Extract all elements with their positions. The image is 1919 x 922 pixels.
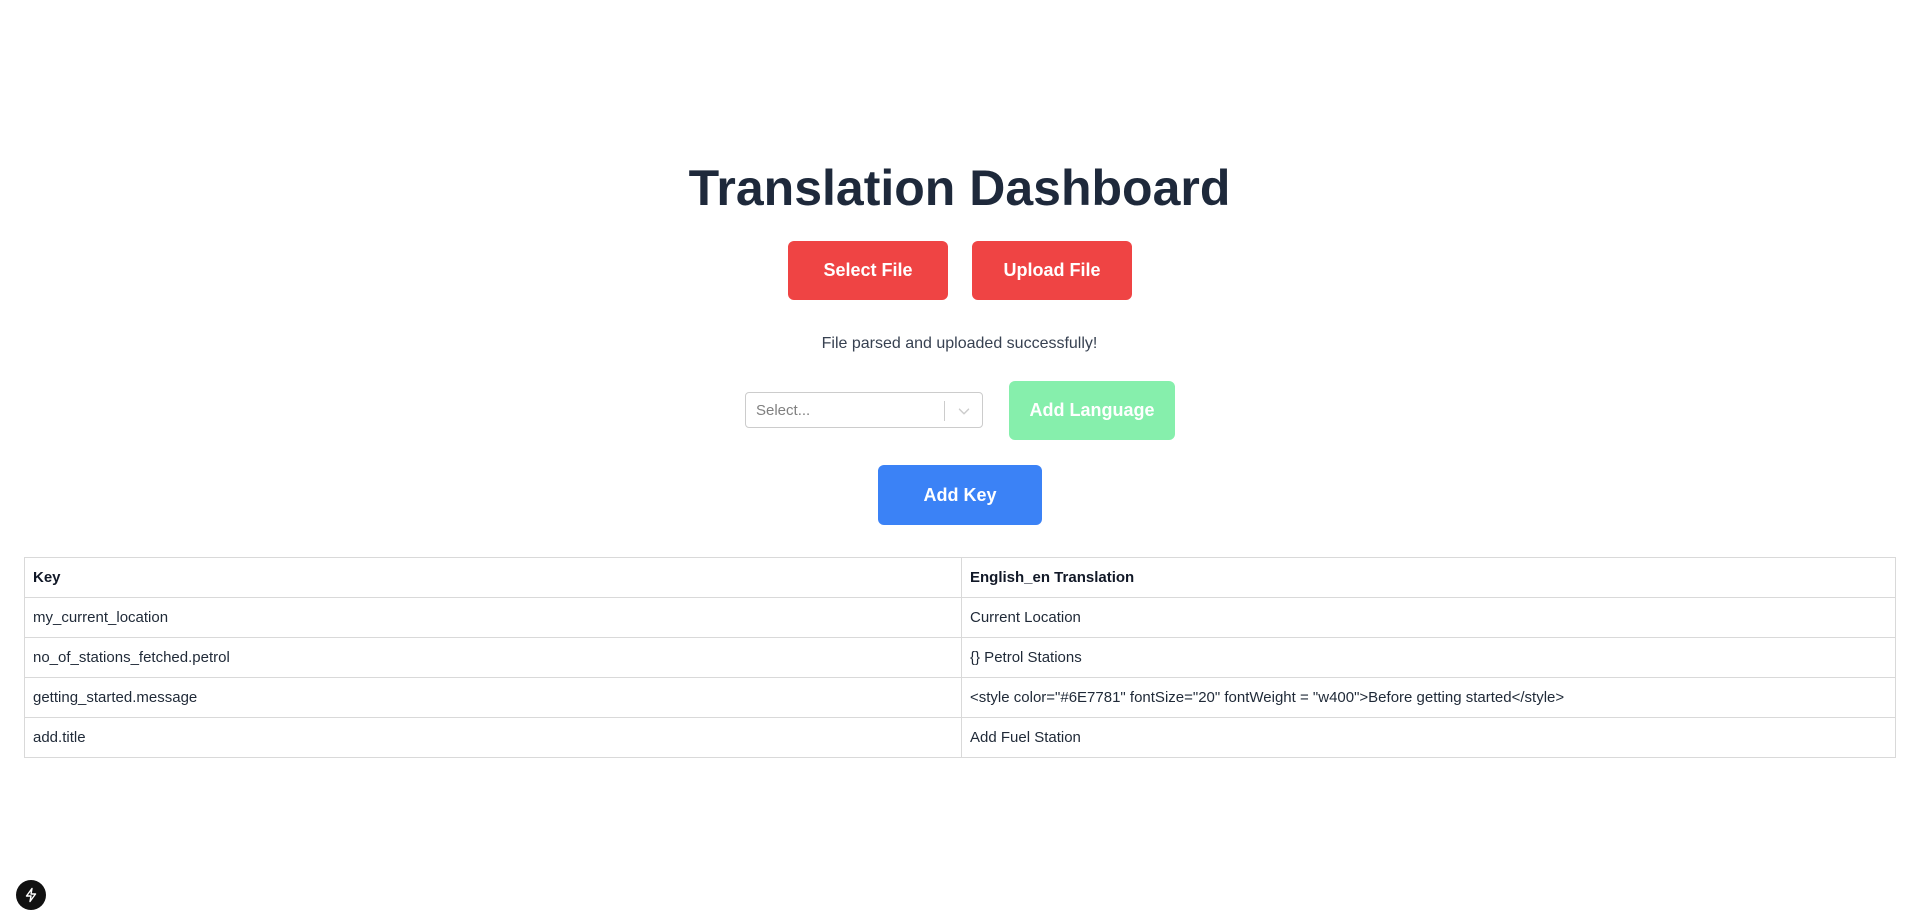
table-cell-key: add.title: [24, 717, 962, 758]
upload-file-button[interactable]: Upload File: [972, 241, 1132, 300]
table-row[interactable]: no_of_stations_fetched.petrol {} Petrol …: [24, 637, 1896, 678]
column-header-english: English_en Translation: [961, 557, 1896, 598]
language-select-placeholder: Select...: [756, 402, 811, 419]
add-language-button[interactable]: Add Language: [1009, 381, 1175, 440]
table-cell-translation: Add Fuel Station: [961, 717, 1896, 758]
table-cell-key: getting_started.message: [24, 677, 962, 718]
table-cell-key: my_current_location: [24, 597, 962, 638]
select-indicator-separator: [944, 401, 945, 421]
translations-table: Key English_en Translation my_current_lo…: [24, 557, 1896, 758]
table-header-row: Key English_en Translation: [24, 557, 1896, 598]
upload-status-message: File parsed and uploaded successfully!: [821, 335, 1098, 352]
lightning-bolt-icon: [25, 887, 37, 903]
select-file-button[interactable]: Select File: [788, 241, 948, 300]
add-key-button[interactable]: Add Key: [878, 465, 1042, 525]
table-cell-key: no_of_stations_fetched.petrol: [24, 637, 962, 678]
table-row[interactable]: getting_started.message <style color="#6…: [24, 677, 1896, 718]
table-row[interactable]: my_current_location Current Location: [24, 597, 1896, 638]
table-cell-translation: {} Petrol Stations: [961, 637, 1896, 678]
chevron-down-icon[interactable]: [955, 402, 973, 420]
table-cell-translation: Current Location: [961, 597, 1896, 638]
table-cell-translation: <style color="#6E7781" fontSize="20" fon…: [961, 677, 1896, 718]
column-header-key: Key: [24, 557, 962, 598]
translation-dashboard-page: Translation Dashboard Select File Upload…: [0, 0, 1919, 922]
page-title: Translation Dashboard: [688, 160, 1231, 216]
language-select[interactable]: Select...: [745, 392, 983, 428]
dev-tools-button[interactable]: [16, 880, 46, 910]
table-row[interactable]: add.title Add Fuel Station: [24, 717, 1896, 758]
